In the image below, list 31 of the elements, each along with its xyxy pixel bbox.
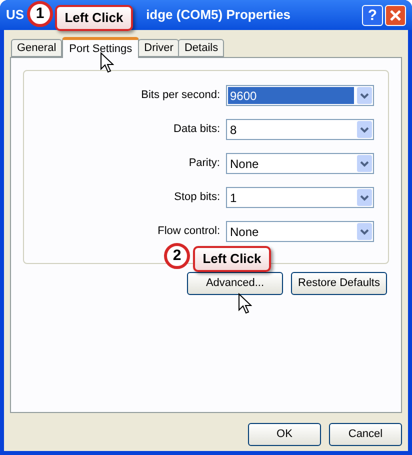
tab[interactable]: Port Settings — [62, 37, 140, 58]
dropdown[interactable]: 9600 — [226, 85, 374, 106]
dropdown-value: 8 — [229, 122, 238, 138]
push-button[interactable]: OK — [248, 423, 321, 446]
dropdown[interactable]: 1 — [226, 187, 374, 208]
dropdown[interactable]: 8 — [226, 119, 374, 140]
tab[interactable]: General — [11, 39, 62, 57]
window-title: idge (COM5) Properties — [146, 6, 291, 24]
close-button[interactable] — [385, 4, 406, 26]
window-title: US — [6, 6, 24, 24]
dropdown[interactable]: None — [226, 153, 374, 174]
field-label: Bits per second: — [141, 90, 220, 101]
callout-tooltip: Left Click — [55, 5, 133, 31]
push-button[interactable]: Restore Defaults — [291, 272, 387, 295]
dropdown[interactable]: None — [226, 221, 374, 242]
close-icon — [390, 10, 401, 20]
dropdown-value: None — [229, 224, 260, 240]
help-button[interactable]: ? — [362, 4, 383, 26]
field-label: Parity: — [188, 158, 220, 169]
field-label: Stop bits: — [174, 192, 220, 203]
tab[interactable]: Details — [178, 39, 224, 57]
callout-tooltip: Left Click — [193, 246, 271, 272]
tab[interactable]: Driver — [138, 39, 180, 57]
dropdown-value: None — [229, 156, 260, 172]
field-label: Data bits: — [174, 124, 220, 135]
field-label: Flow control: — [158, 226, 220, 237]
push-button[interactable]: Advanced... — [187, 272, 283, 295]
dropdown-value: 9600 — [228, 87, 354, 104]
cursor-icon — [238, 293, 252, 315]
dropdown-value: 1 — [229, 190, 238, 206]
push-button[interactable]: Cancel — [329, 423, 402, 446]
